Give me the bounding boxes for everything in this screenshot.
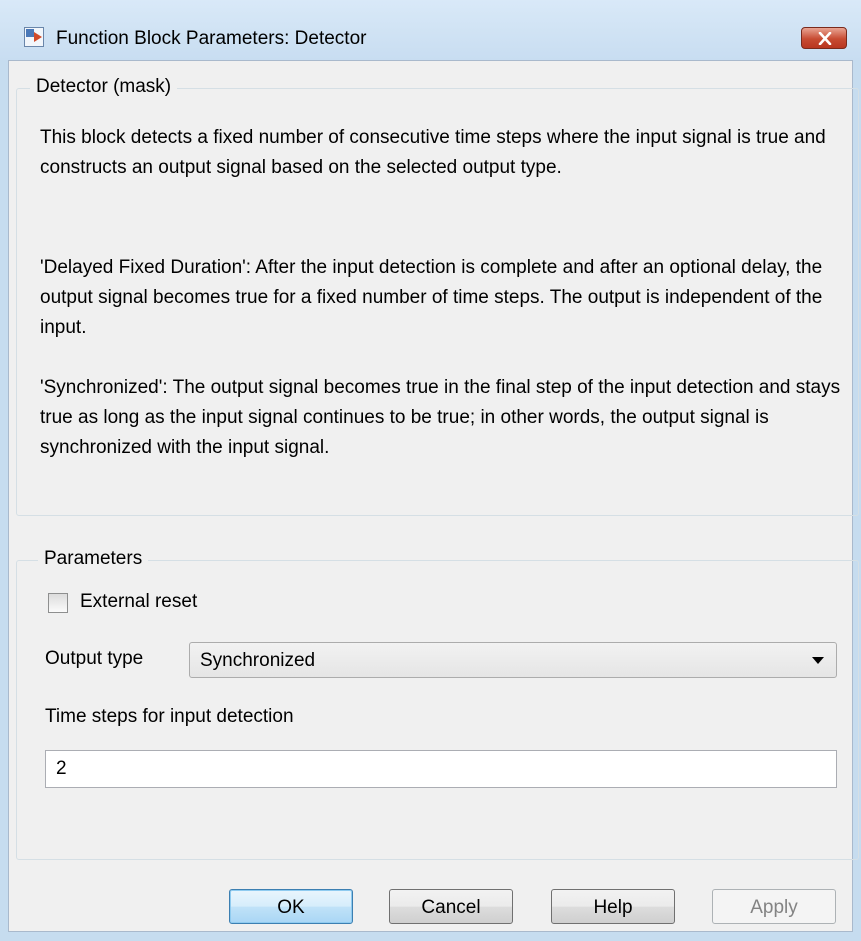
- mask-group-title: Detector (mask): [30, 76, 178, 98]
- parameters-group-title: Parameters: [38, 548, 149, 570]
- apply-button[interactable]: Apply: [712, 889, 836, 924]
- help-button[interactable]: Help: [551, 889, 675, 924]
- title-bar[interactable]: Function Block Parameters: Detector: [0, 0, 861, 60]
- external-reset-label[interactable]: External reset: [80, 591, 197, 613]
- delayed-fixed-duration-description: 'Delayed Fixed Duration': After the inpu…: [40, 257, 823, 338]
- output-type-dropdown[interactable]: Synchronized: [189, 642, 837, 678]
- external-reset-checkbox[interactable]: [48, 593, 68, 613]
- output-type-value: Synchronized: [200, 650, 316, 671]
- output-type-label: Output type: [45, 648, 144, 669]
- chevron-down-icon: [812, 657, 824, 664]
- window-title: Function Block Parameters: Detector: [56, 28, 367, 49]
- close-button[interactable]: [801, 27, 847, 49]
- time-steps-input[interactable]: [45, 750, 837, 788]
- time-steps-label: Time steps for input detection: [45, 706, 294, 727]
- ok-button[interactable]: OK: [229, 889, 353, 924]
- simulink-block-icon: [24, 27, 44, 47]
- dialog-window: Function Block Parameters: Detector Dete…: [0, 0, 861, 941]
- cancel-button[interactable]: Cancel: [389, 889, 513, 924]
- synchronized-description: 'Synchronized': The output signal become…: [40, 377, 841, 458]
- close-icon: [818, 32, 832, 45]
- description-paragraph: This block detects a fixed number of con…: [40, 127, 826, 178]
